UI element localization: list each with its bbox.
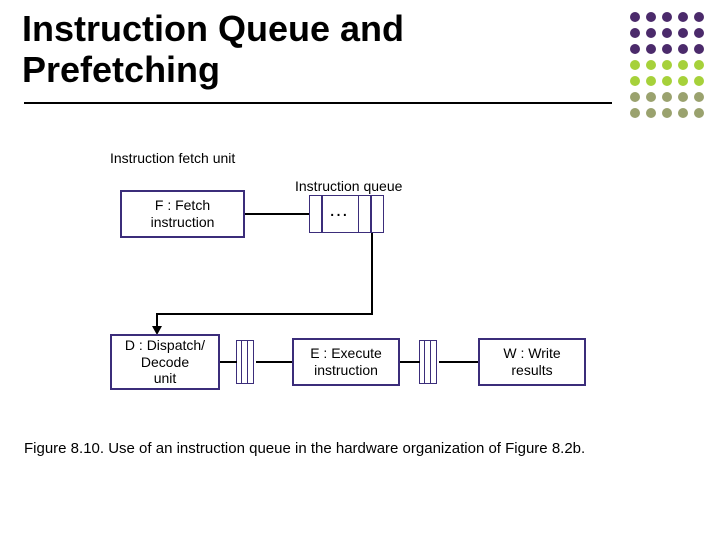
- decorative-dot-grid: [630, 12, 706, 120]
- box-fetch: F : Fetch instruction: [120, 190, 245, 238]
- connector-latch1-to-e: [256, 361, 292, 363]
- box-dispatch: D : Dispatch/ Decode unit: [110, 334, 220, 390]
- box-execute: E : Execute instruction: [292, 338, 400, 386]
- connector-left-to-dispatch: [156, 313, 373, 315]
- box-dispatch-text: D : Dispatch/ Decode unit: [125, 337, 205, 387]
- title-underline: [24, 102, 612, 104]
- box-write-text: W : Write results: [503, 345, 560, 379]
- connector-d-to-latch1: [220, 361, 237, 363]
- label-fetch-unit: Instruction fetch unit: [110, 150, 235, 166]
- pipeline-diagram: Instruction fetch unit Instruction queue…: [100, 150, 660, 410]
- latch-1: [237, 340, 254, 384]
- connector-fetch-to-queue: [245, 213, 310, 215]
- connector-e-to-latch2: [400, 361, 420, 363]
- slide-title: Instruction Queue and Prefetching: [22, 8, 404, 91]
- queue-ellipsis: …: [329, 199, 352, 222]
- instruction-queue: …: [310, 195, 384, 233]
- box-fetch-text: F : Fetch instruction: [151, 197, 215, 231]
- title-line-1: Instruction Queue and: [22, 8, 404, 49]
- figure-caption: Figure 8.10. Use of an instruction queue…: [24, 440, 585, 457]
- box-execute-text: E : Execute instruction: [310, 345, 382, 379]
- connector-into-dispatch: [156, 313, 158, 327]
- latch-2: [420, 340, 437, 384]
- label-instruction-queue: Instruction queue: [295, 178, 402, 194]
- title-line-2: Prefetching: [22, 49, 220, 90]
- connector-queue-down: [371, 233, 373, 315]
- box-write: W : Write results: [478, 338, 586, 386]
- connector-latch2-to-w: [439, 361, 478, 363]
